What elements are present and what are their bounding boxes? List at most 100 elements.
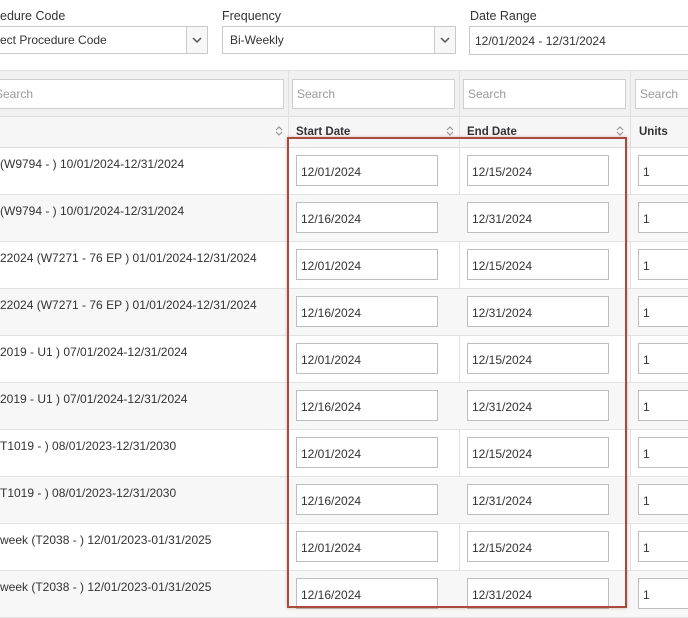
end-date-input[interactable]: 12/15/2024 (467, 437, 609, 468)
row-description: (W9794 - ) 10/01/2024-12/31/2024 (0, 157, 185, 171)
end-date-input[interactable]: 12/31/2024 (467, 578, 609, 609)
units-input[interactable]: 1 (638, 296, 688, 327)
table-row: 2019 - U1 ) 07/01/2024-12/31/2024 12/01/… (0, 336, 688, 383)
column-header-end-date[interactable]: End Date (467, 126, 517, 138)
start-date-input[interactable]: 12/16/2024 (296, 296, 438, 327)
end-date-value: 12/15/2024 (472, 353, 533, 367)
units-value: 1 (643, 165, 650, 179)
frequency-value: Bi-Weekly (230, 33, 284, 47)
sort-icon[interactable] (445, 125, 455, 137)
start-date-value: 12/01/2024 (301, 353, 362, 367)
row-description: T1019 - ) 08/01/2023-12/31/2030 (0, 439, 177, 453)
chevron-down-icon (434, 27, 455, 53)
units-value: 1 (643, 447, 650, 461)
end-date-input[interactable]: 12/15/2024 (467, 249, 609, 280)
table-row: 2019 - U1 ) 07/01/2024-12/31/2024 12/16/… (0, 383, 688, 430)
start-date-input[interactable]: 12/16/2024 (296, 390, 438, 421)
start-date-value: 12/01/2024 (301, 165, 362, 179)
units-value: 1 (643, 259, 650, 273)
start-date-input[interactable]: 12/01/2024 (296, 437, 438, 468)
row-description: week (T2038 - ) 12/01/2023-01/31/2025 (0, 533, 212, 547)
units-value: 1 (643, 588, 650, 602)
units-value: 1 (643, 212, 650, 226)
row-description: week (T2038 - ) 12/01/2023-01/31/2025 (0, 580, 212, 594)
end-date-value: 12/15/2024 (472, 165, 533, 179)
end-date-input[interactable]: 12/31/2024 (467, 484, 609, 515)
units-input[interactable]: 1 (638, 484, 688, 515)
column-filter-row (0, 70, 688, 117)
table-header: Start Date End Date Units (0, 116, 688, 148)
units-value: 1 (643, 353, 650, 367)
table-row: week (T2038 - ) 12/01/2023-01/31/2025 12… (0, 571, 688, 618)
end-date-value: 12/15/2024 (472, 541, 533, 555)
frequency-select[interactable]: Bi-Weekly (222, 26, 456, 54)
date-range-input[interactable]: 12/01/2024 - 12/31/2024 (469, 26, 688, 55)
end-date-input[interactable]: 12/31/2024 (467, 390, 609, 421)
start-date-input[interactable]: 12/01/2024 (296, 343, 438, 374)
start-date-value: 12/16/2024 (301, 588, 362, 602)
table-row: (W9794 - ) 10/01/2024-12/31/2024 12/16/2… (0, 195, 688, 242)
column-header-units[interactable]: Units (639, 126, 668, 138)
table-row: T1019 - ) 08/01/2023-12/31/2030 12/01/20… (0, 430, 688, 477)
end-date-input[interactable]: 12/31/2024 (467, 296, 609, 327)
table-row: 22024 (W7271 - 76 EP ) 01/01/2024-12/31/… (0, 289, 688, 336)
end-date-value: 12/31/2024 (472, 494, 533, 508)
search-input-units[interactable] (635, 79, 688, 109)
units-input[interactable]: 1 (638, 343, 688, 374)
search-input-end-date[interactable] (463, 79, 626, 109)
search-input-description[interactable] (0, 79, 284, 109)
units-value: 1 (643, 494, 650, 508)
row-description: 22024 (W7271 - 76 EP ) 01/01/2024-12/31/… (0, 298, 257, 312)
start-date-input[interactable]: 12/16/2024 (296, 484, 438, 515)
sort-icon[interactable] (274, 125, 284, 137)
start-date-value: 12/16/2024 (301, 494, 362, 508)
units-input[interactable]: 1 (638, 202, 688, 233)
start-date-input[interactable]: 12/01/2024 (296, 155, 438, 186)
row-description: (W9794 - ) 10/01/2024-12/31/2024 (0, 204, 185, 218)
sort-icon[interactable] (615, 125, 625, 137)
start-date-value: 12/01/2024 (301, 447, 362, 461)
procedure-code-label: edure Code (0, 9, 66, 23)
row-description: T1019 - ) 08/01/2023-12/31/2030 (0, 486, 177, 500)
end-date-input[interactable]: 12/15/2024 (467, 343, 609, 374)
start-date-input[interactable]: 12/16/2024 (296, 578, 438, 609)
start-date-value: 12/16/2024 (301, 400, 362, 414)
procedure-code-value: ect Procedure Code (0, 33, 107, 47)
units-value: 1 (643, 541, 650, 555)
end-date-input[interactable]: 12/15/2024 (467, 531, 609, 562)
start-date-input[interactable]: 12/01/2024 (296, 531, 438, 562)
end-date-input[interactable]: 12/31/2024 (467, 202, 609, 233)
units-input[interactable]: 1 (638, 155, 688, 186)
row-description: 22024 (W7271 - 76 EP ) 01/01/2024-12/31/… (0, 251, 257, 265)
end-date-value: 12/31/2024 (472, 400, 533, 414)
table-row: 22024 (W7271 - 76 EP ) 01/01/2024-12/31/… (0, 242, 688, 289)
end-date-value: 12/15/2024 (472, 447, 533, 461)
chevron-down-icon (186, 27, 207, 53)
end-date-value: 12/31/2024 (472, 588, 533, 602)
units-input[interactable]: 1 (638, 531, 688, 562)
table-row: week (T2038 - ) 12/01/2023-01/31/2025 12… (0, 524, 688, 571)
procedure-code-select[interactable]: ect Procedure Code (0, 26, 208, 54)
start-date-input[interactable]: 12/16/2024 (296, 202, 438, 233)
units-input[interactable]: 1 (638, 578, 688, 609)
start-date-value: 12/01/2024 (301, 259, 362, 273)
column-header-start-date[interactable]: Start Date (296, 126, 350, 138)
row-description: 2019 - U1 ) 07/01/2024-12/31/2024 (0, 392, 188, 406)
end-date-input[interactable]: 12/15/2024 (467, 155, 609, 186)
end-date-value: 12/15/2024 (472, 259, 533, 273)
start-date-input[interactable]: 12/01/2024 (296, 249, 438, 280)
frequency-label: Frequency (222, 9, 282, 23)
date-range-label: Date Range (470, 9, 537, 23)
start-date-value: 12/16/2024 (301, 212, 362, 226)
start-date-value: 12/16/2024 (301, 306, 362, 320)
units-input[interactable]: 1 (638, 249, 688, 280)
table-row: T1019 - ) 08/01/2023-12/31/2030 12/16/20… (0, 477, 688, 524)
start-date-value: 12/01/2024 (301, 541, 362, 555)
search-input-start-date[interactable] (292, 79, 455, 109)
units-input[interactable]: 1 (638, 390, 688, 421)
row-description: 2019 - U1 ) 07/01/2024-12/31/2024 (0, 345, 188, 359)
units-value: 1 (643, 306, 650, 320)
table-row: (W9794 - ) 10/01/2024-12/31/2024 12/01/2… (0, 148, 688, 195)
units-input[interactable]: 1 (638, 437, 688, 468)
end-date-value: 12/31/2024 (472, 212, 533, 226)
